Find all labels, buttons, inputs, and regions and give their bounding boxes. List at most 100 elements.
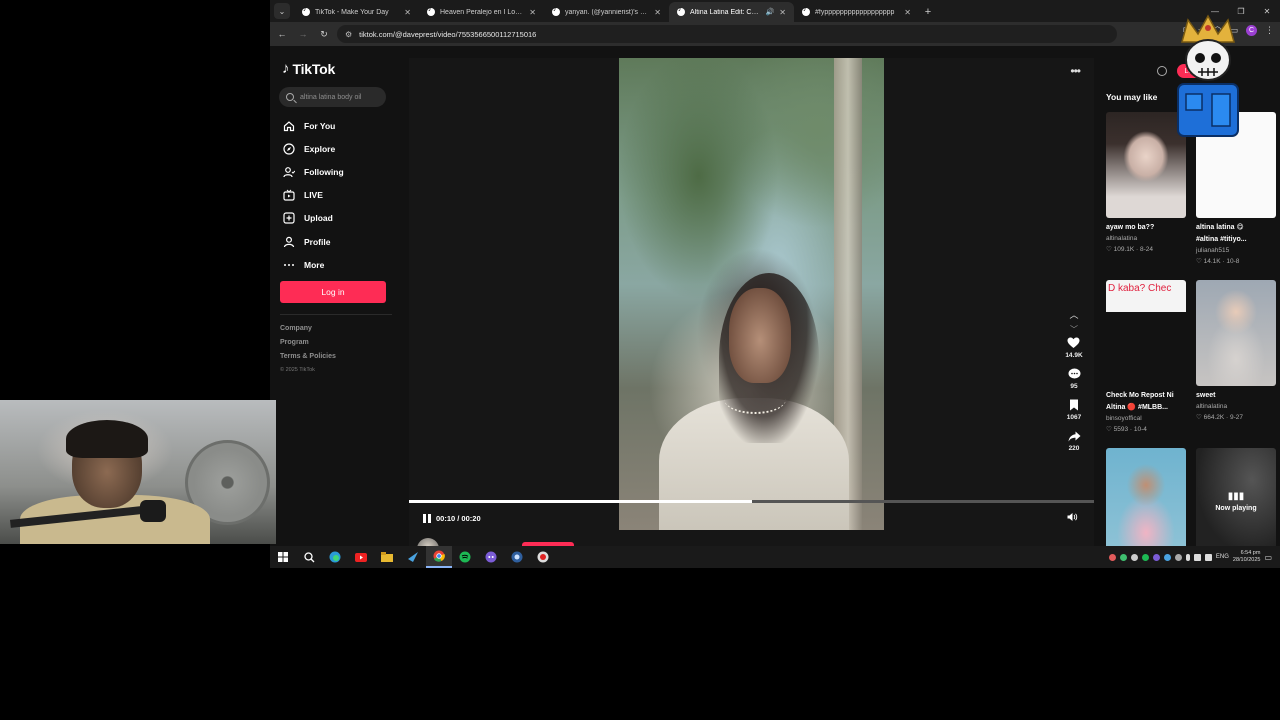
login-button[interactable]: Log in: [280, 281, 386, 303]
rec-card[interactable]: sweet altinalatina ♡ 664.2K · 9-27: [1196, 280, 1276, 423]
file-explorer-icon[interactable]: [374, 546, 400, 568]
speaker-icon[interactable]: 🔊: [766, 8, 775, 16]
tab-3[interactable]: yanyan. (@yannierist)'s videos ✕: [544, 2, 669, 22]
spotify-icon[interactable]: [452, 546, 478, 568]
tray-app-icon[interactable]: [1108, 553, 1116, 561]
app-icon[interactable]: [504, 546, 530, 568]
sidebar-item-following[interactable]: Following: [282, 160, 344, 183]
search-input[interactable]: altina latina body oil: [279, 87, 386, 107]
tray-app-icon[interactable]: [1163, 553, 1171, 561]
chrome-icon[interactable]: [426, 546, 452, 568]
volume-tray-icon[interactable]: [1204, 553, 1212, 561]
pause-icon[interactable]: [423, 513, 431, 523]
tray-app-icon[interactable]: [1174, 553, 1182, 561]
video-scene-face: [729, 288, 791, 383]
history-icon[interactable]: [1157, 66, 1167, 76]
chevron-down-icon[interactable]: ﹀: [1070, 324, 1078, 334]
rec-title-2: Altina 🔴 #MLBB...: [1106, 404, 1168, 411]
edge-icon[interactable]: [322, 546, 348, 568]
footer-link-program[interactable]: Program: [280, 339, 336, 353]
comment-icon[interactable]: [1067, 367, 1081, 381]
tiktok-note-icon: ♪: [282, 60, 290, 77]
tab-search-button[interactable]: ⌄: [274, 3, 290, 19]
rec-thumbnail[interactable]: [1106, 448, 1186, 546]
share-icon[interactable]: [1067, 429, 1081, 443]
video-player[interactable]: ••• ︿ ﹀ 14.9K 95 1067 220 00:10 / 00:20: [409, 58, 1094, 546]
tab-2[interactable]: Heaven Peralejo en I Love You ✕: [419, 2, 544, 22]
video-progress-bar[interactable]: [409, 500, 1094, 503]
tab-5[interactable]: #fypppppppppppppppppp ✕: [794, 2, 919, 22]
comment-action[interactable]: 95: [1067, 367, 1081, 390]
tray-app-icon[interactable]: [1152, 553, 1160, 561]
youtube-icon[interactable]: [348, 546, 374, 568]
chevron-up-icon[interactable]: ︿: [1069, 308, 1078, 324]
close-icon[interactable]: ✕: [779, 8, 786, 17]
close-icon[interactable]: ✕: [529, 8, 536, 17]
tray-app-icon[interactable]: [1119, 553, 1127, 561]
tray-app-icon[interactable]: [1130, 553, 1138, 561]
notification-icon[interactable]: ▭: [1264, 553, 1272, 562]
profile-icon: [282, 235, 295, 248]
windows-taskbar: ENG 6:54 pm 28/10/2025 ▭: [270, 546, 1280, 568]
forward-icon[interactable]: →: [294, 25, 312, 43]
close-icon[interactable]: ✕: [654, 8, 661, 17]
sidebar-item-label: Following: [304, 166, 344, 177]
footer-link-company[interactable]: Company: [280, 325, 336, 339]
footer-link-terms[interactable]: Terms & Policies: [280, 353, 336, 367]
author-avatar[interactable]: [417, 538, 439, 546]
rec-card[interactable]: [1106, 448, 1186, 546]
tiktok-logo[interactable]: ♪ TikTok: [282, 60, 335, 77]
taskbar-clock[interactable]: 6:54 pm 28/10/2025: [1233, 550, 1261, 564]
tab-1[interactable]: TikTok - Make Your Day ✕: [294, 2, 419, 22]
tab-4-active[interactable]: Altina Latina Edit: Creative 🔊 ✕: [669, 2, 794, 22]
copyright-text: © 2025 TikTok: [280, 367, 315, 373]
now-playing-thumbnail[interactable]: ▮▮▮ Now playing: [1196, 448, 1276, 546]
video-frame[interactable]: [619, 58, 884, 530]
you-may-like-heading: You may like: [1106, 92, 1158, 102]
taskbar-search-icon[interactable]: [296, 546, 322, 568]
start-button[interactable]: [270, 546, 296, 568]
sidebar-item-explore[interactable]: Explore: [282, 137, 344, 160]
sidebar-item-upload[interactable]: Upload: [282, 207, 344, 230]
site-info-icon[interactable]: ⚙: [345, 30, 352, 39]
url-input[interactable]: ⚙ tiktok.com/@daveprest/video/7553566500…: [337, 25, 1117, 43]
sidebar-item-label: For You: [304, 120, 336, 131]
share-action[interactable]: 220: [1067, 429, 1081, 452]
rec-author[interactable]: julianah515: [1196, 246, 1276, 256]
tray-app-icon[interactable]: [1141, 553, 1149, 561]
new-tab-button[interactable]: +: [919, 2, 937, 22]
rec-title: Check Mo Repost Ni: [1106, 392, 1174, 399]
microphone-icon[interactable]: [1185, 553, 1190, 561]
sidebar-item-for-you[interactable]: For You: [282, 114, 344, 137]
rec-author[interactable]: binsoyoffical: [1106, 414, 1186, 424]
reload-icon[interactable]: ↻: [315, 25, 333, 43]
sidebar-item-live[interactable]: LIVE: [282, 184, 344, 207]
discord-icon[interactable]: [478, 546, 504, 568]
video-more-options-icon[interactable]: •••: [1070, 64, 1081, 78]
close-icon[interactable]: ✕: [404, 8, 411, 17]
rec-thumbnail[interactable]: D kaba? Chec: [1106, 280, 1186, 386]
close-window-icon[interactable]: ✕: [1254, 0, 1280, 22]
now-playing-card[interactable]: ▮▮▮ Now playing: [1196, 448, 1276, 546]
like-action[interactable]: 14.9K: [1065, 336, 1083, 359]
rec-author[interactable]: altinalatina: [1106, 234, 1186, 244]
volume-icon[interactable]: [1067, 512, 1078, 525]
rec-thumbnail[interactable]: [1196, 280, 1276, 386]
sidebar-item-profile[interactable]: Profile: [282, 230, 344, 253]
back-icon[interactable]: ←: [273, 25, 291, 43]
sidebar-item-label: Profile: [304, 236, 331, 247]
wifi-icon[interactable]: [1193, 553, 1201, 561]
heart-icon[interactable]: [1067, 336, 1081, 350]
save-action[interactable]: 1067: [1067, 398, 1081, 421]
obs-icon[interactable]: [530, 546, 556, 568]
steam-icon[interactable]: [400, 546, 426, 568]
video-time: 00:10 / 00:20: [436, 513, 481, 523]
kebab-menu-icon[interactable]: ⋮: [1265, 25, 1274, 36]
rec-author[interactable]: altinalatina: [1196, 402, 1276, 412]
profile-avatar[interactable]: C: [1246, 25, 1257, 36]
close-icon[interactable]: ✕: [904, 8, 911, 17]
language-indicator[interactable]: ENG: [1216, 554, 1229, 560]
bookmark-icon[interactable]: [1067, 398, 1081, 412]
rec-card[interactable]: D kaba? Chec Check Mo Repost Ni Altina 🔴…: [1106, 280, 1186, 435]
sidebar-item-more[interactable]: More: [282, 253, 344, 276]
